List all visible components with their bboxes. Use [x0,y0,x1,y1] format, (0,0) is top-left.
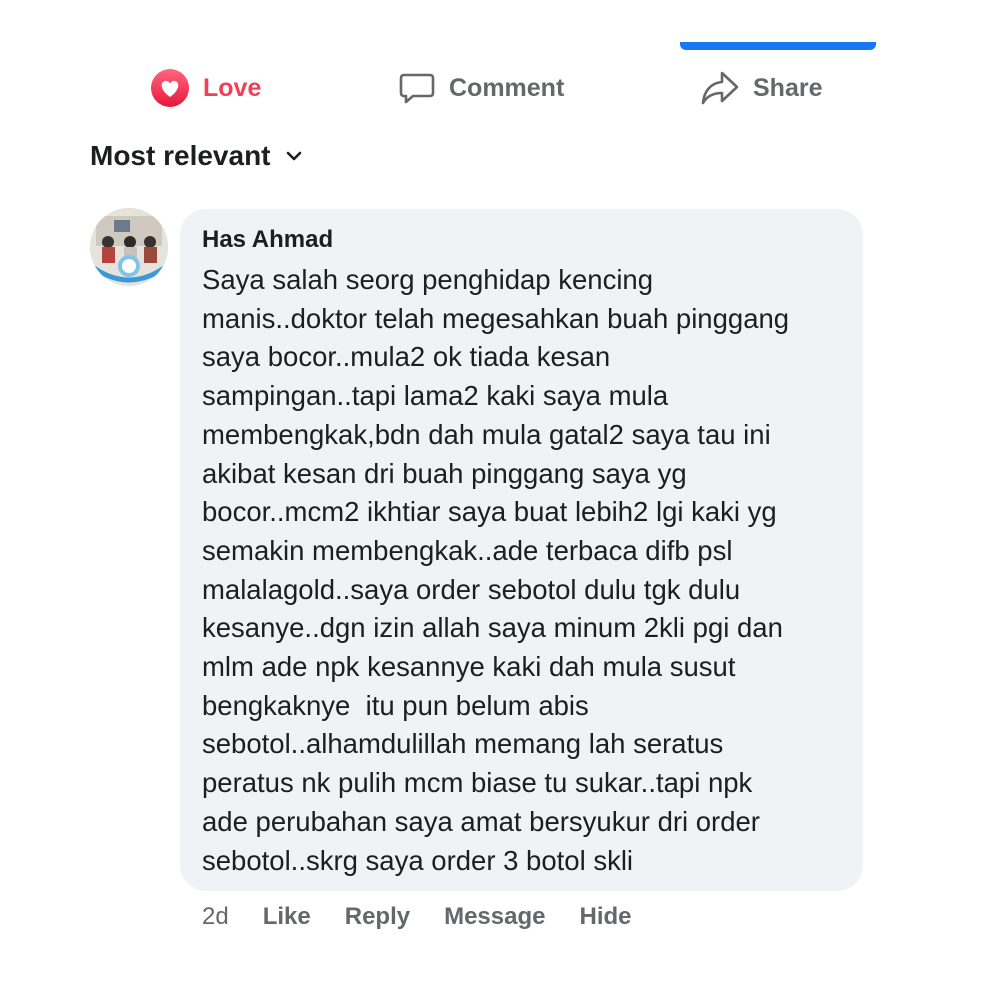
comment-button[interactable]: Comment [398,60,564,116]
comment-bubble: Has Ahmad Saya salah seorg penghidap ken… [180,209,863,891]
comment-actions-row: 2d Like Reply Message Hide [202,900,666,934]
comment-text-line: sebotol..alhamdulillah memang lah seratu… [202,728,724,760]
comment-text-line: sampingan..tapi lama2 kaki saya mula [202,380,669,412]
comment-text-line: ade perubahan saya amat bersyukur dri or… [202,805,760,837]
reply-link[interactable]: Reply [345,903,410,931]
heart-icon [150,68,190,108]
love-label: Love [203,73,262,102]
comment-text: Saya salah seorg penghidap kencing manis… [202,261,843,880]
comment-text-line: semakin membengkak..ade terbaca difb psl [202,534,733,566]
comment-text-line: akibat kesan dri buah pinggang saya yg [202,457,687,489]
sort-label: Most relevant [90,140,271,171]
message-link[interactable]: Message [444,903,545,931]
comment-text-line: membengkak,bdn dah mula gatal2 saya tau … [202,418,771,450]
comment-text-line: peratus nk pulih mcm biase tu sukar..tap… [202,767,753,799]
comment-author[interactable]: Has Ahmad [202,225,843,255]
comment-text-line: kesanye..dgn izin allah saya minum 2kli … [202,612,783,644]
comment-text-line: Saya salah seorg penghidap kencing [202,264,654,295]
comment-text-line: bengkaknye itu pun belum abis [202,689,589,721]
comment-bubble-icon [398,69,436,107]
comment-text-line: mlm ade npk kesannye kaki dah mula susut [202,651,736,683]
avatar[interactable] [90,208,168,286]
comment-label: Comment [449,73,565,102]
share-arrow-icon [700,69,740,107]
comment-text-line: saya bocor..mula2 ok tiada kesan [202,341,611,373]
comment-text-line: malalagold..saya order sebotol dulu tgk … [202,573,741,605]
comment-section: Love Comment Share Most relevant Has Ahm… [0,0,1000,1000]
comment-text-line: manis..doktor telah megesahkan buah ping… [202,302,790,334]
reaction-action-row: Love Comment Share [0,60,1000,116]
comment-text-line: bocor..mcm2 ikhtiar saya buat lebih2 lgi… [202,496,777,528]
sort-dropdown[interactable]: Most relevant [90,140,303,172]
comment-text-line: sebotol..skrg saya order 3 botol skli [202,844,634,876]
like-link[interactable]: Like [263,903,311,931]
share-button[interactable]: Share [700,60,822,116]
love-button[interactable]: Love [150,60,261,116]
hide-link[interactable]: Hide [579,903,631,931]
comment-timestamp: 2d [202,903,229,930]
chevron-down-icon [285,150,303,162]
top-blue-bar [680,42,876,50]
share-label: Share [753,73,823,102]
